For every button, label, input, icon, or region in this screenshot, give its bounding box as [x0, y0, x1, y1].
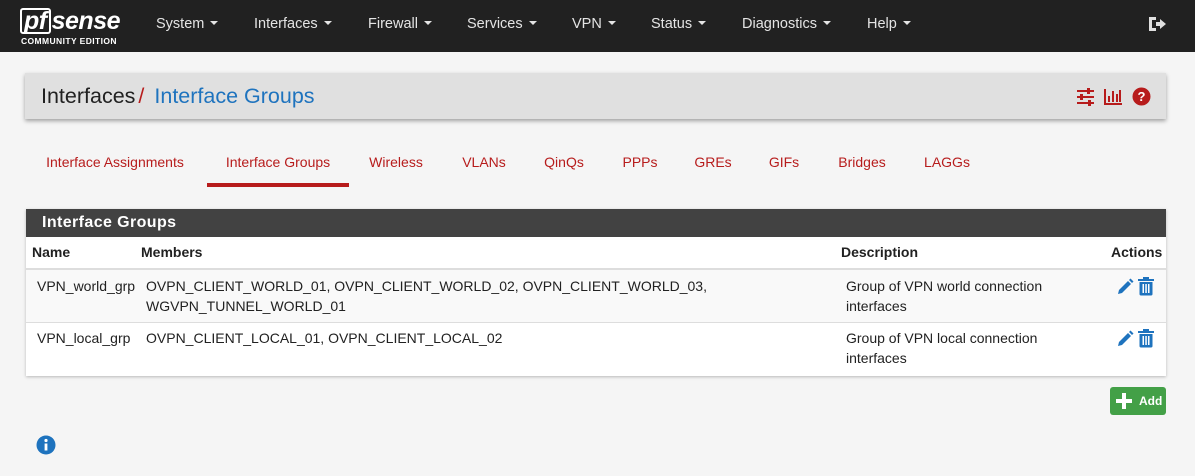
nav-status-menu[interactable]: Status	[651, 0, 707, 52]
logo-wordmark: pf sense	[20, 6, 121, 36]
info-circle-icon[interactable]	[36, 435, 56, 455]
nav-diagnostics-menu[interactable]: Diagnostics	[742, 0, 831, 52]
caret-down-icon	[528, 21, 537, 25]
nav-label: Status	[651, 16, 693, 32]
panel-title: Interface Groups	[26, 209, 1166, 237]
column-header-members: Members	[141, 244, 203, 260]
nav-interfaces-menu[interactable]: Interfaces	[254, 0, 332, 52]
nav-firewall-menu[interactable]: Firewall	[368, 0, 432, 52]
table-row: VPN_world_grp OVPN_CLIENT_WORLD_01, OVPN…	[26, 270, 1166, 322]
nav-services-menu[interactable]: Services	[467, 0, 537, 52]
logo-sense: sense	[51, 7, 121, 35]
tab-qinqs[interactable]: QinQs	[540, 144, 588, 187]
nav-label: VPN	[572, 16, 602, 32]
tab-laggs[interactable]: LAGGs	[920, 144, 974, 187]
breadcrumb: Interfaces / Interface Groups	[41, 81, 315, 111]
breadcrumb-root[interactable]: Interfaces	[41, 84, 135, 108]
group-name: VPN_local_grp	[37, 330, 131, 346]
group-description: Group of VPN world connection interfaces	[846, 276, 1086, 316]
group-members: OVPN_CLIENT_WORLD_01, OVPN_CLIENT_WORLD_…	[146, 276, 826, 316]
add-button-label: Add	[1139, 394, 1163, 408]
column-header-name: Name	[32, 244, 71, 260]
trash-icon[interactable]	[1137, 277, 1155, 296]
nav-help-menu[interactable]: Help	[867, 0, 911, 52]
nav-label: Services	[467, 16, 523, 32]
trash-icon[interactable]	[1137, 329, 1155, 348]
caret-down-icon	[323, 21, 332, 25]
nav-label: Help	[867, 16, 897, 32]
caret-down-icon	[210, 21, 219, 25]
sign-out-icon[interactable]	[1147, 14, 1167, 34]
sliders-icon[interactable]	[1076, 87, 1095, 106]
logo-edition: COMMUNITY EDITION	[21, 36, 117, 46]
caret-down-icon	[423, 21, 432, 25]
caret-down-icon	[822, 21, 831, 25]
column-header-actions: Actions	[1111, 244, 1163, 260]
nav-label: Interfaces	[254, 16, 318, 32]
table-row: VPN_local_grp OVPN_CLIENT_LOCAL_01, OVPN…	[26, 323, 1166, 375]
tab-interface-assignments[interactable]: Interface Assignments	[39, 144, 191, 187]
pencil-icon[interactable]	[1116, 329, 1134, 348]
nav-system-menu[interactable]: System	[156, 0, 219, 52]
column-header-description: Description	[841, 244, 919, 260]
add-button[interactable]: Add	[1110, 387, 1166, 415]
tab-gres[interactable]: GREs	[691, 144, 735, 187]
logo-pf: pf	[20, 8, 51, 34]
interface-groups-panel: Interface Groups Name Members Descriptio…	[26, 209, 1166, 376]
pencil-icon[interactable]	[1116, 277, 1134, 296]
nav-label: Diagnostics	[742, 16, 817, 32]
tab-bridges[interactable]: Bridges	[832, 144, 892, 187]
caret-down-icon	[902, 21, 911, 25]
question-circle-icon[interactable]: ?	[1132, 87, 1151, 106]
tab-interface-groups[interactable]: Interface Groups	[207, 144, 349, 187]
breadcrumb-separator: /	[138, 84, 145, 108]
nav-label: Firewall	[368, 16, 418, 32]
bar-chart-icon[interactable]	[1104, 87, 1123, 106]
description-line: interfaces	[846, 350, 907, 366]
members-line: OVPN_CLIENT_LOCAL_01, OVPN_CLIENT_LOCAL_…	[146, 330, 503, 346]
group-description: Group of VPN local connection interfaces	[846, 328, 1086, 368]
svg-text:?: ?	[1138, 89, 1146, 104]
caret-down-icon	[698, 21, 707, 25]
tab-wireless[interactable]: Wireless	[364, 144, 428, 187]
breadcrumb-current[interactable]: Interface Groups	[154, 84, 314, 108]
page-header: Interfaces / Interface Groups ?	[25, 73, 1166, 119]
members-line: WGVPN_TUNNEL_WORLD_01	[146, 298, 346, 314]
tab-gifs[interactable]: GIFs	[764, 144, 804, 187]
tab-vlans[interactable]: VLANs	[457, 144, 511, 187]
top-navbar: pf sense COMMUNITY EDITION System Interfa…	[0, 0, 1195, 52]
members-line: OVPN_CLIENT_WORLD_01, OVPN_CLIENT_WORLD_…	[146, 278, 707, 294]
nav-label: System	[156, 16, 205, 32]
plus-icon	[1116, 393, 1132, 409]
pfsense-logo[interactable]: pf sense COMMUNITY EDITION	[20, 6, 130, 48]
group-members: OVPN_CLIENT_LOCAL_01, OVPN_CLIENT_LOCAL_…	[146, 328, 826, 348]
caret-down-icon	[607, 21, 616, 25]
description-line: Group of VPN local connection	[846, 330, 1038, 346]
description-line: Group of VPN world connection	[846, 278, 1043, 294]
description-line: interfaces	[846, 298, 907, 314]
tab-ppps[interactable]: PPPs	[617, 144, 663, 187]
group-name: VPN_world_grp	[37, 278, 136, 294]
nav-vpn-menu[interactable]: VPN	[572, 0, 616, 52]
